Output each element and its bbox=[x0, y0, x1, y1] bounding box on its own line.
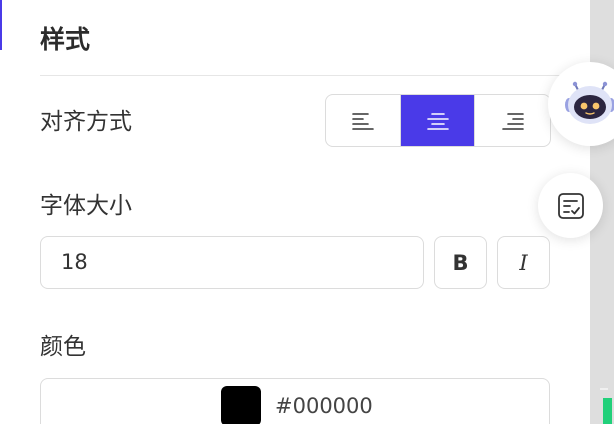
font-size-label: 字体大小 bbox=[40, 193, 132, 219]
font-size-input[interactable]: 18 bbox=[40, 236, 424, 289]
robot-icon bbox=[565, 81, 614, 124]
scrollbar-tick bbox=[600, 388, 608, 390]
checklist-icon bbox=[557, 192, 584, 219]
divider bbox=[40, 75, 590, 76]
scrollbar-indicator bbox=[603, 398, 612, 424]
color-picker-field[interactable]: #000000 bbox=[40, 378, 550, 424]
bold-button[interactable]: B bbox=[434, 236, 487, 289]
active-indicator bbox=[0, 0, 2, 50]
alignment-label: 对齐方式 bbox=[40, 109, 132, 135]
notes-button[interactable] bbox=[538, 173, 603, 238]
color-swatch[interactable] bbox=[221, 386, 261, 424]
color-label: 颜色 bbox=[40, 334, 86, 360]
align-right-icon bbox=[501, 112, 524, 130]
alignment-segmented-control bbox=[325, 94, 551, 147]
align-center-icon bbox=[426, 112, 449, 130]
align-left-button[interactable] bbox=[326, 95, 401, 146]
align-right-button[interactable] bbox=[475, 95, 550, 146]
color-hex-value: #000000 bbox=[275, 394, 373, 418]
align-center-button[interactable] bbox=[400, 95, 476, 146]
section-title: 样式 bbox=[40, 25, 91, 54]
align-left-icon bbox=[352, 112, 374, 130]
italic-button[interactable]: I bbox=[497, 236, 550, 289]
